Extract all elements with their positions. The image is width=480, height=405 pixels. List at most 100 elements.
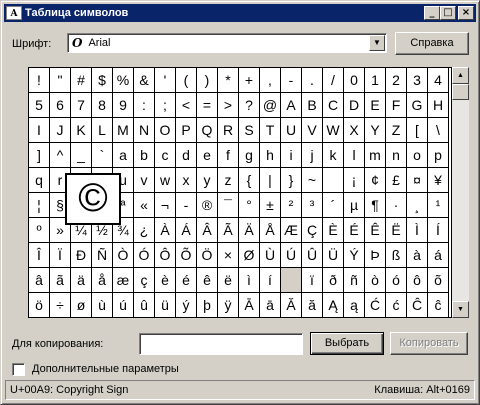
char-cell[interactable]: ¡	[344, 168, 365, 193]
char-cell[interactable]: Ý	[344, 243, 365, 268]
char-cell[interactable]: Ä	[239, 218, 260, 243]
char-cell[interactable]: ®	[197, 193, 218, 218]
char-cell[interactable]: V	[302, 118, 323, 143]
char-cell[interactable]: D	[344, 93, 365, 118]
char-cell[interactable]: }	[281, 168, 302, 193]
char-cell[interactable]: 5	[29, 93, 50, 118]
char-cell[interactable]: 6	[50, 93, 71, 118]
char-cell[interactable]: è	[155, 268, 176, 293]
char-cell[interactable]: M	[113, 118, 134, 143]
charmap-icon[interactable]: A	[6, 6, 22, 20]
char-cell[interactable]: Ù	[260, 243, 281, 268]
char-cell[interactable]: l	[344, 143, 365, 168]
title-bar[interactable]: A Таблица символов _ □ ×	[4, 4, 476, 22]
char-cell[interactable]: K	[71, 118, 92, 143]
char-cell[interactable]: k	[323, 143, 344, 168]
char-cell[interactable]: L	[92, 118, 113, 143]
char-cell[interactable]: 9	[113, 93, 134, 118]
char-cell[interactable]: â	[29, 268, 50, 293]
scroll-up-button[interactable]: ▲	[452, 67, 469, 84]
char-cell[interactable]: h	[260, 143, 281, 168]
copy-button[interactable]: Копировать	[390, 332, 468, 355]
char-cell[interactable]: Ë	[386, 218, 407, 243]
char-cell[interactable]: /	[323, 68, 344, 93]
char-cell[interactable]: >	[218, 93, 239, 118]
char-cell[interactable]: À	[155, 218, 176, 243]
char-cell[interactable]: Ã	[218, 218, 239, 243]
char-cell[interactable]: P	[176, 118, 197, 143]
char-cell[interactable]: j	[302, 143, 323, 168]
help-button[interactable]: Справка	[395, 32, 469, 55]
char-cell[interactable]: ð	[323, 268, 344, 293]
char-cell[interactable]: Z	[386, 118, 407, 143]
char-cell[interactable]: E	[365, 93, 386, 118]
char-cell[interactable]: g	[239, 143, 260, 168]
char-cell[interactable]: H	[428, 93, 449, 118]
char-cell[interactable]: á	[428, 243, 449, 268]
char-cell[interactable]: ¤	[407, 168, 428, 193]
char-cell[interactable]: 8	[92, 93, 113, 118]
char-cell[interactable]: b	[134, 143, 155, 168]
char-cell[interactable]: F	[386, 93, 407, 118]
char-cell[interactable]: S	[239, 118, 260, 143]
advanced-view-checkbox[interactable]	[12, 363, 25, 376]
char-cell[interactable]: Â	[197, 218, 218, 243]
char-cell[interactable]: Ø	[239, 243, 260, 268]
char-cell[interactable]: å	[92, 268, 113, 293]
char-cell[interactable]: $	[92, 68, 113, 93]
char-cell[interactable]: n	[386, 143, 407, 168]
char-cell[interactable]: Q	[197, 118, 218, 143]
char-cell[interactable]: ¯	[218, 193, 239, 218]
char-cell[interactable]: 4	[428, 68, 449, 93]
char-cell[interactable]: `	[92, 143, 113, 168]
scroll-down-button[interactable]: ▼	[452, 301, 469, 318]
grid-scrollbar[interactable]: ▲ ▼	[452, 67, 469, 318]
char-cell[interactable]: ¸	[407, 193, 428, 218]
char-cell[interactable]: q	[29, 168, 50, 193]
char-cell[interactable]: 1	[365, 68, 386, 93]
char-cell[interactable]: Ô	[155, 243, 176, 268]
char-cell[interactable]: (	[176, 68, 197, 93]
char-cell[interactable]: *	[218, 68, 239, 93]
char-cell[interactable]: T	[260, 118, 281, 143]
char-cell[interactable]: o	[407, 143, 428, 168]
char-cell[interactable]: ê	[197, 268, 218, 293]
char-cell[interactable]	[281, 268, 302, 293]
char-cell[interactable]: ^	[50, 143, 71, 168]
char-cell[interactable]: 3	[407, 68, 428, 93]
char-cell[interactable]	[323, 168, 344, 193]
font-select[interactable]: O Arial ▼	[67, 33, 387, 53]
char-cell[interactable]: ¶	[365, 193, 386, 218]
char-cell[interactable]: J	[50, 118, 71, 143]
char-cell[interactable]: '	[155, 68, 176, 93]
char-cell[interactable]: ²	[281, 193, 302, 218]
char-cell[interactable]: d	[176, 143, 197, 168]
char-cell[interactable]: Å	[260, 218, 281, 243]
char-cell[interactable]: º	[29, 218, 50, 243]
char-cell[interactable]: W	[323, 118, 344, 143]
char-cell[interactable]: 0	[344, 68, 365, 93]
char-cell[interactable]: ú	[113, 293, 134, 317]
char-cell[interactable]: ù	[92, 293, 113, 317]
char-cell[interactable]: B	[302, 93, 323, 118]
char-cell[interactable]: +	[239, 68, 260, 93]
char-cell[interactable]: ä	[71, 268, 92, 293]
char-cell[interactable]: ÿ	[218, 293, 239, 317]
char-cell[interactable]: Ð	[71, 243, 92, 268]
char-cell[interactable]: @	[260, 93, 281, 118]
char-cell[interactable]: f	[218, 143, 239, 168]
char-cell[interactable]: ¹	[428, 193, 449, 218]
char-cell[interactable]: °	[239, 193, 260, 218]
char-cell[interactable]: I	[29, 118, 50, 143]
char-cell[interactable]: ÷	[50, 293, 71, 317]
char-cell[interactable]: x	[176, 168, 197, 193]
char-cell[interactable]: ·	[386, 193, 407, 218]
char-cell[interactable]: e	[197, 143, 218, 168]
char-cell[interactable]: ó	[386, 268, 407, 293]
char-cell[interactable]: Ú	[281, 243, 302, 268]
char-cell[interactable]: ×	[218, 243, 239, 268]
char-cell[interactable]: ç	[134, 268, 155, 293]
minimize-button[interactable]: _	[424, 6, 440, 20]
char-cell[interactable]: ā	[260, 293, 281, 317]
char-cell[interactable]: ý	[176, 293, 197, 317]
